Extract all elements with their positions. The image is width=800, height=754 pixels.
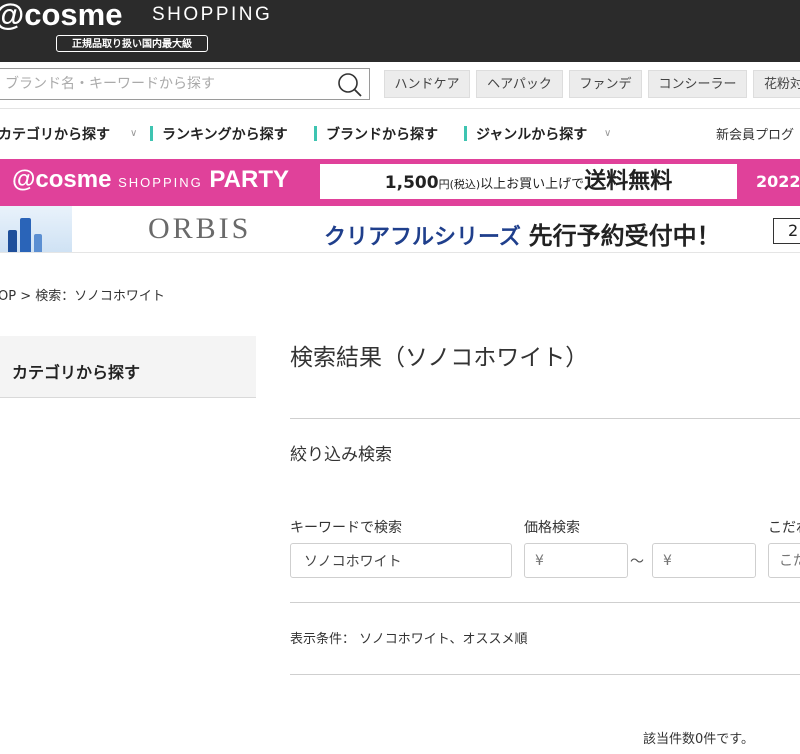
result-count: 該当件数0件です。 xyxy=(643,732,754,747)
kodawari-select[interactable] xyxy=(769,544,800,577)
breadcrumb[interactable]: OP > 検索：ソノコホワイト xyxy=(0,285,165,304)
nav-separator xyxy=(314,126,317,141)
product-bottles-image xyxy=(0,206,72,252)
party-free-shipping: 送料無料 xyxy=(584,169,673,194)
orbis-headline: クリアフルシリーズ 先行予約受付中！ xyxy=(324,216,721,251)
nav-ranking[interactable]: ランキングから探す xyxy=(162,124,288,144)
party-banner-logo: @cosme SHOPPING PARTY xyxy=(12,166,289,194)
nav-category[interactable]: カテゴリから探す xyxy=(0,124,110,144)
price-to-wrap xyxy=(652,543,756,578)
party-yen-tax: 円(税込) xyxy=(438,178,481,191)
party-logo-cosme: @cosme xyxy=(12,166,112,193)
nav-genre[interactable]: ジャンルから探す xyxy=(476,124,587,144)
price-to-input[interactable] xyxy=(653,544,755,577)
keyword-tag[interactable]: 花粉対 xyxy=(753,70,800,98)
orbis-logo: ORBIS xyxy=(148,212,252,245)
orbis-preorder: 先行予約受付中！ xyxy=(528,222,721,250)
chevron-down-icon: ∨ xyxy=(604,128,612,139)
nav-separator xyxy=(464,126,467,141)
party-date: 2022. xyxy=(756,172,800,191)
orbis-series: クリアフルシリーズ xyxy=(324,225,521,250)
logo-tagline: 正規品取り扱い国内最大級 xyxy=(56,35,208,52)
search-box xyxy=(0,68,370,100)
nav-separator xyxy=(150,126,153,141)
divider xyxy=(0,108,800,109)
cosme-logo[interactable]: @cosme xyxy=(0,0,122,33)
keyword-filter-label: キーワードで検索 xyxy=(290,520,402,536)
party-condition: 以上お買い上げで xyxy=(480,177,585,192)
filter-title: 絞り込み検索 xyxy=(290,445,392,465)
shopping-logo-text[interactable]: SHOPPING xyxy=(152,4,272,26)
price-from-wrap xyxy=(524,543,628,578)
display-conditions: 表示条件： ソノコホワイト、オススメ順 xyxy=(290,632,528,647)
keyword-field-wrap xyxy=(290,543,512,578)
party-amount: 1,500 xyxy=(384,173,439,193)
party-logo-party: PARTY xyxy=(209,166,289,193)
price-range-separator: ～ xyxy=(630,554,644,570)
divider xyxy=(290,674,800,675)
orbis-badge: 2 xyxy=(773,218,800,244)
keyword-filter-input[interactable] xyxy=(291,544,511,577)
page-title: 検索結果（ソノコホワイト） xyxy=(290,345,589,371)
kodawari-filter-label: こだわ xyxy=(768,520,800,536)
keyword-tag[interactable]: コンシーラー xyxy=(648,70,747,98)
price-filter-label: 価格検索 xyxy=(524,520,580,536)
chevron-down-icon: ∨ xyxy=(130,128,138,139)
price-from-input[interactable] xyxy=(525,544,627,577)
sidebar-title: カテゴリから探す xyxy=(12,363,141,382)
party-shipping-box: 1,500円(税込)以上お買い上げで送料無料 xyxy=(320,164,737,199)
party-logo-shopping: SHOPPING xyxy=(118,175,203,190)
party-shipping-text: 1,500円(税込)以上お買い上げで送料無料 xyxy=(320,164,737,199)
keyword-tag[interactable]: ヘアパック xyxy=(476,70,563,98)
kodawari-select-wrap xyxy=(768,543,800,578)
nav-brand[interactable]: ブランドから探す xyxy=(326,124,438,144)
divider xyxy=(290,418,800,419)
search-icon[interactable] xyxy=(335,72,363,98)
keyword-tag[interactable]: ハンドケア xyxy=(384,70,470,98)
keyword-tag[interactable]: ファンデ xyxy=(569,70,642,98)
search-input[interactable] xyxy=(0,69,325,99)
nav-new-member-program[interactable]: 新会員プログ xyxy=(716,124,794,143)
divider xyxy=(290,602,800,603)
